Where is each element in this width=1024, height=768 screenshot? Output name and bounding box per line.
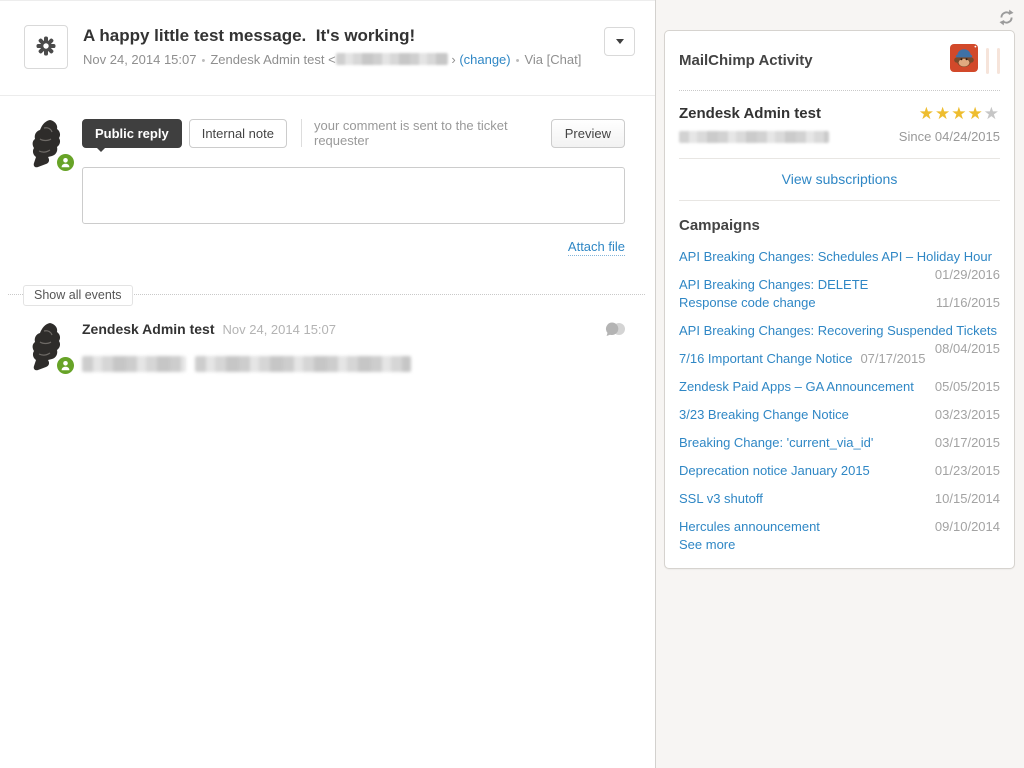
preview-button[interactable]: Preview	[551, 119, 625, 148]
campaign-date: 11/16/2015	[936, 294, 1000, 312]
apps-sidebar: MailChimp Activity	[655, 0, 1024, 768]
campaign-row: 3/23 Breaking Change Notice 03/23/2015	[679, 406, 1000, 424]
member-row: Zendesk Admin test ★★★★★	[679, 105, 1000, 122]
comment-item: Zendesk Admin test Nov 24, 2014 15:07	[0, 305, 655, 372]
meta-separator: •	[511, 55, 525, 67]
campaign-date: 07/17/2015	[860, 351, 925, 366]
composer-hint: your comment is sent to the ticket reque…	[314, 118, 551, 148]
member-rating: ★★★★★	[919, 105, 1000, 122]
reply-composer: Public reply Internal note your comment …	[0, 96, 655, 256]
campaign-date: 03/17/2015	[935, 434, 1000, 452]
campaign-list: API Breaking Changes: Schedules API – Ho…	[679, 248, 1000, 536]
ticket-title: A happy little test message. It's workin…	[83, 26, 590, 46]
requester-suffix: ›	[451, 52, 455, 67]
comment-avatar	[27, 322, 71, 378]
redacted-email	[679, 131, 829, 143]
ticket-settings-button[interactable]	[24, 25, 68, 69]
via-channel: Via [Chat]	[524, 52, 581, 67]
redacted-text	[195, 356, 411, 372]
tab-public-reply[interactable]: Public reply	[82, 119, 182, 148]
refresh-apps-button[interactable]	[997, 9, 1015, 27]
campaign-link[interactable]: Zendesk Paid Apps – GA Announcement	[679, 379, 914, 394]
campaign-date: 03/23/2015	[935, 406, 1000, 424]
presence-badge-person-icon	[57, 357, 74, 379]
campaign-link[interactable]: SSL v3 shutoff	[679, 491, 763, 506]
campaign-row: Breaking Change: 'current_via_id' 03/17/2…	[679, 434, 1000, 452]
campaign-date: 01/23/2015	[935, 462, 1000, 480]
comment-timestamp: Nov 24, 2014 15:07	[223, 322, 336, 337]
campaign-link[interactable]: API Breaking Changes: Schedules API – Ho…	[679, 249, 992, 264]
star-icon: ★	[968, 104, 984, 123]
campaign-date: 09/10/2014	[935, 518, 1000, 536]
zendesk-ticket-view: A happy little test message. It's workin…	[0, 0, 1024, 768]
ticket-meta: Nov 24, 2014 15:07•Zendesk Admin test < …	[83, 51, 588, 70]
star-icon: ★	[919, 104, 935, 123]
ticket-options-button[interactable]	[604, 27, 635, 56]
ticket-header-text: A happy little test message. It's workin…	[83, 25, 604, 70]
comment-header: Zendesk Admin test Nov 24, 2014 15:07	[82, 321, 625, 339]
campaign-link[interactable]: 7/16 Important Change Notice	[679, 351, 852, 366]
ticket-pane: A happy little test message. It's workin…	[0, 0, 655, 768]
attach-row: Attach file	[82, 238, 625, 256]
toolbar-divider	[301, 119, 302, 147]
star-icon: ★	[951, 104, 967, 123]
comment-author: Zendesk Admin test	[82, 321, 215, 337]
campaign-row: SSL v3 shutoff 10/15/2014	[679, 490, 1000, 508]
agent-avatar	[27, 119, 71, 175]
campaign-link[interactable]: 3/23 Breaking Change Notice	[679, 407, 849, 422]
redacted-text	[82, 356, 186, 372]
campaign-row: Hercules announcement 09/10/2014	[679, 518, 1000, 536]
campaign-link[interactable]: API Breaking Changes: Recovering Suspend…	[679, 323, 997, 338]
campaign-row: API Breaking Changes: Schedules API – Ho…	[679, 248, 1000, 266]
campaign-link[interactable]: Deprecation notice January 2015	[679, 463, 870, 478]
meta-separator: •	[196, 55, 210, 67]
star-icon: ★	[935, 104, 951, 123]
requester-name: Zendesk Admin test <	[210, 52, 335, 67]
card-header: MailChimp Activity	[679, 44, 1000, 77]
skeleton-bar	[997, 48, 1000, 74]
campaign-row: 7/16 Important Change Notice 07/17/2015	[679, 350, 1000, 368]
redacted-email	[336, 53, 448, 65]
attach-file-link[interactable]: Attach file	[568, 239, 625, 256]
events-divider: Show all events	[0, 285, 655, 305]
campaign-link[interactable]: Hercules announcement	[679, 519, 820, 534]
chevron-down-icon	[616, 39, 624, 44]
member-since: Since 04/24/2015	[829, 129, 1000, 144]
chat-bubbles-icon	[604, 321, 626, 345]
show-all-events-button[interactable]: Show all events	[23, 285, 133, 306]
view-subscriptions-link[interactable]: View subscriptions	[679, 159, 1000, 200]
see-more-link[interactable]: See more	[679, 536, 735, 554]
refresh-icon	[998, 14, 1015, 29]
campaign-date: 10/15/2014	[935, 490, 1000, 508]
campaign-row: API Breaking Changes: Recovering Suspend…	[679, 322, 1000, 340]
reply-textarea[interactable]	[82, 167, 625, 224]
campaigns-heading: Campaigns	[679, 217, 1000, 234]
skeleton-bar	[986, 48, 989, 74]
dotted-divider	[679, 90, 1000, 91]
tab-internal-note[interactable]: Internal note	[189, 119, 287, 148]
gear-icon	[36, 36, 56, 59]
campaign-row: Deprecation notice January 2015 01/23/201…	[679, 462, 1000, 480]
mailchimp-logo	[950, 44, 978, 77]
campaign-row: Zendesk Paid Apps – GA Announcement 05/05…	[679, 378, 1000, 396]
mailchimp-activity-card: MailChimp Activity	[664, 30, 1015, 569]
presence-badge-person-icon	[57, 154, 74, 176]
campaign-link[interactable]: Breaking Change: 'current_via_id'	[679, 435, 873, 450]
ticket-header: A happy little test message. It's workin…	[0, 1, 655, 96]
change-requester-link[interactable]: (change)	[459, 52, 510, 67]
campaign-date: 05/05/2015	[935, 378, 1000, 396]
campaign-row: API Breaking Changes: DELETE Response co…	[679, 276, 1000, 312]
app-title: MailChimp Activity	[679, 52, 950, 69]
composer-toolbar: Public reply Internal note your comment …	[82, 118, 625, 148]
ticket-timestamp: Nov 24, 2014 15:07	[83, 52, 196, 67]
member-details-row: Since 04/24/2015	[679, 129, 1000, 144]
campaign-link[interactable]: API Breaking Changes: DELETE Response co…	[679, 276, 929, 312]
member-name: Zendesk Admin test	[679, 105, 919, 122]
redacted-comment-body	[82, 356, 625, 372]
star-icon: ★	[984, 104, 1000, 123]
divider	[679, 200, 1000, 201]
